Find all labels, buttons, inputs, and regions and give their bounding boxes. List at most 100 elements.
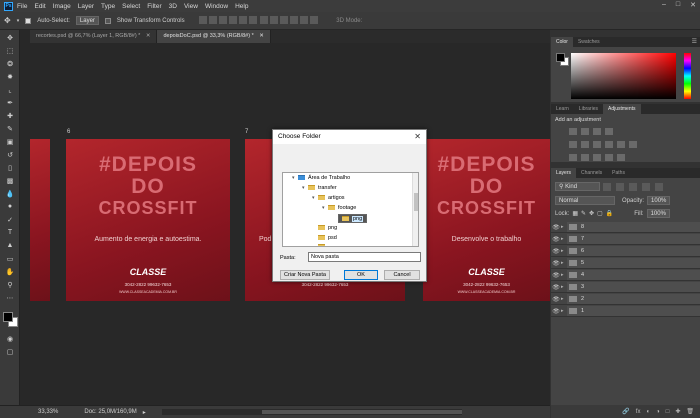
tab-paths[interactable]: Paths bbox=[607, 168, 630, 178]
gradient-map-icon[interactable] bbox=[605, 154, 613, 161]
dialog-close-icon[interactable]: ✕ bbox=[414, 130, 421, 144]
tab-color[interactable]: Color bbox=[551, 37, 573, 47]
artboard-partial-left[interactable] bbox=[30, 139, 50, 301]
brightness-icon[interactable] bbox=[569, 128, 577, 135]
filter-shape-icon[interactable] bbox=[642, 182, 650, 191]
hand-tool-icon[interactable]: ✋ bbox=[3, 266, 17, 277]
lock-all-icon[interactable]: 🔒 bbox=[606, 210, 613, 217]
ok-button[interactable]: OK bbox=[344, 270, 378, 280]
new-group-icon[interactable]: □ bbox=[666, 409, 670, 415]
shape-tool-icon[interactable]: ▭ bbox=[3, 253, 17, 264]
hue-slider[interactable] bbox=[684, 53, 691, 99]
tab-close-icon[interactable]: ✕ bbox=[146, 33, 151, 39]
maximize-icon[interactable]: □ bbox=[676, 1, 680, 9]
move-tool-icon[interactable]: ✥ bbox=[3, 32, 17, 43]
new-adjustment-icon[interactable]: ◑ bbox=[656, 409, 660, 415]
type-tool-icon[interactable]: T bbox=[3, 227, 17, 238]
link-layers-icon[interactable]: 🔗 bbox=[622, 408, 629, 415]
tree-item-partial[interactable] bbox=[318, 243, 328, 246]
visibility-eye-icon[interactable]: 👁 bbox=[551, 272, 561, 279]
delete-layer-icon[interactable]: 🗑 bbox=[686, 408, 694, 415]
dialog-titlebar[interactable]: Choose Folder ✕ bbox=[273, 130, 426, 144]
layer-row[interactable]: 👁 ▸ 4 bbox=[551, 270, 700, 281]
zoom-level[interactable]: 33,33% bbox=[38, 409, 58, 415]
menu-image[interactable]: Image bbox=[53, 3, 71, 10]
lock-artboard-icon[interactable]: ▢ bbox=[597, 210, 603, 217]
panel-menu-icon[interactable]: ☰ bbox=[692, 38, 697, 45]
eraser-tool-icon[interactable]: ▯ bbox=[3, 162, 17, 173]
pasta-input[interactable]: Nova pasta bbox=[308, 252, 421, 262]
add-mask-icon[interactable]: ◐ bbox=[646, 409, 650, 415]
tab-libraries[interactable]: Libraries bbox=[574, 104, 603, 114]
visibility-eye-icon[interactable]: 👁 bbox=[551, 248, 561, 255]
lasso-tool-icon[interactable]: ❂ bbox=[3, 58, 17, 69]
align-vcenter-icon[interactable] bbox=[208, 15, 217, 24]
levels-icon[interactable] bbox=[581, 128, 589, 135]
filter-smart-icon[interactable] bbox=[655, 182, 663, 191]
posterize-icon[interactable] bbox=[581, 154, 589, 161]
visibility-eye-icon[interactable]: 👁 bbox=[551, 308, 561, 315]
marquee-tool-icon[interactable]: ⬚ bbox=[3, 45, 17, 56]
tree-item-transfer[interactable]: ▾ transfer bbox=[302, 184, 337, 193]
menu-layer[interactable]: Layer bbox=[78, 3, 94, 10]
layer-row[interactable]: 👁 ▸ 1 bbox=[551, 306, 700, 317]
layer-row[interactable]: 👁 ▸ 7 bbox=[551, 234, 700, 245]
lock-pixels-icon[interactable]: ✎ bbox=[581, 210, 586, 217]
tree-item-psd[interactable]: psd bbox=[318, 234, 337, 243]
fill-input[interactable]: 100% bbox=[646, 209, 670, 218]
tab-channels[interactable]: Channels bbox=[576, 168, 607, 178]
gradient-tool-icon[interactable]: ▩ bbox=[3, 175, 17, 186]
status-expand-icon[interactable]: ▸ bbox=[143, 409, 146, 416]
filter-type-icon[interactable] bbox=[629, 182, 637, 191]
horizontal-scrollbar[interactable] bbox=[161, 409, 462, 415]
auto-select-checkbox[interactable] bbox=[25, 17, 32, 24]
align-left-icon[interactable] bbox=[228, 15, 237, 24]
brush-tool-icon[interactable]: ✎ bbox=[3, 123, 17, 134]
layer-style-icon[interactable]: fx bbox=[636, 409, 641, 415]
blend-mode-dropdown[interactable]: Normal bbox=[555, 196, 615, 205]
new-folder-button[interactable]: Criar Nova Pasta bbox=[280, 270, 330, 280]
tree-item-artigos[interactable]: ▾ artigos bbox=[312, 194, 345, 203]
path-select-tool-icon[interactable]: ▲ bbox=[3, 240, 17, 251]
align-bottom-icon[interactable] bbox=[218, 15, 227, 24]
tree-item-png[interactable]: png bbox=[318, 224, 337, 233]
distribute-vcenter-icon[interactable] bbox=[270, 15, 279, 24]
tree-item-footage[interactable]: ▾ footage bbox=[322, 204, 356, 213]
layer-row[interactable]: 👁 ▸ 3 bbox=[551, 282, 700, 293]
minimize-icon[interactable]: – bbox=[662, 1, 666, 9]
curves-icon[interactable] bbox=[593, 128, 601, 135]
distribute-bottom-icon[interactable] bbox=[280, 15, 289, 24]
distribute-right-icon[interactable] bbox=[310, 15, 319, 24]
tab-layers[interactable]: Layers bbox=[551, 168, 577, 178]
artboard-6[interactable]: #DEPOIS DO CROSSFIT Aumento de energia e… bbox=[66, 139, 230, 301]
crop-tool-icon[interactable]: ⌞ bbox=[3, 84, 17, 95]
align-right-icon[interactable] bbox=[248, 15, 257, 24]
expand-arrow-icon[interactable]: ▸ bbox=[561, 296, 569, 302]
tab-depoisdoc[interactable]: depoisDoC.psd @ 33,3% (RGB/8#) * ✕ bbox=[157, 30, 271, 43]
align-hcenter-icon[interactable] bbox=[238, 15, 247, 24]
expand-arrow-icon[interactable]: ▸ bbox=[561, 308, 569, 314]
layer-kind-dropdown[interactable]: ⚲ Kind bbox=[555, 182, 600, 191]
tab-learn[interactable]: Learn bbox=[551, 104, 574, 114]
visibility-eye-icon[interactable]: 👁 bbox=[551, 236, 561, 243]
auto-select-dropdown[interactable]: Layer bbox=[75, 16, 99, 25]
tab-swatches[interactable]: Swatches bbox=[573, 37, 605, 47]
opacity-input[interactable]: 100% bbox=[647, 196, 671, 205]
distribute-hcenter-icon[interactable] bbox=[300, 15, 309, 24]
edit-toolbar-icon[interactable]: ⋯ bbox=[3, 292, 17, 303]
color-picker-field[interactable] bbox=[571, 53, 676, 99]
artboard-8[interactable]: #DEPOIS DO CROSSFIT Desenvolve o trabalh… bbox=[423, 139, 550, 301]
expand-arrow-icon[interactable]: ▸ bbox=[561, 236, 569, 242]
menu-file[interactable]: File bbox=[17, 3, 27, 10]
menu-view[interactable]: View bbox=[184, 3, 198, 10]
scrollbar-thumb[interactable] bbox=[261, 410, 462, 414]
menu-select[interactable]: Select bbox=[122, 3, 140, 10]
foreground-color-swatch[interactable] bbox=[3, 312, 13, 322]
expand-arrow-icon[interactable]: ▸ bbox=[561, 272, 569, 278]
eyedropper-tool-icon[interactable]: ✒ bbox=[3, 97, 17, 108]
filter-adjust-icon[interactable] bbox=[616, 182, 624, 191]
dodge-tool-icon[interactable]: ● bbox=[3, 201, 17, 212]
tree-item-desktop[interactable]: ▾ Área de Trabalho bbox=[292, 174, 350, 183]
hue-saturation-icon[interactable] bbox=[581, 141, 589, 148]
menu-edit[interactable]: Edit bbox=[34, 3, 45, 10]
